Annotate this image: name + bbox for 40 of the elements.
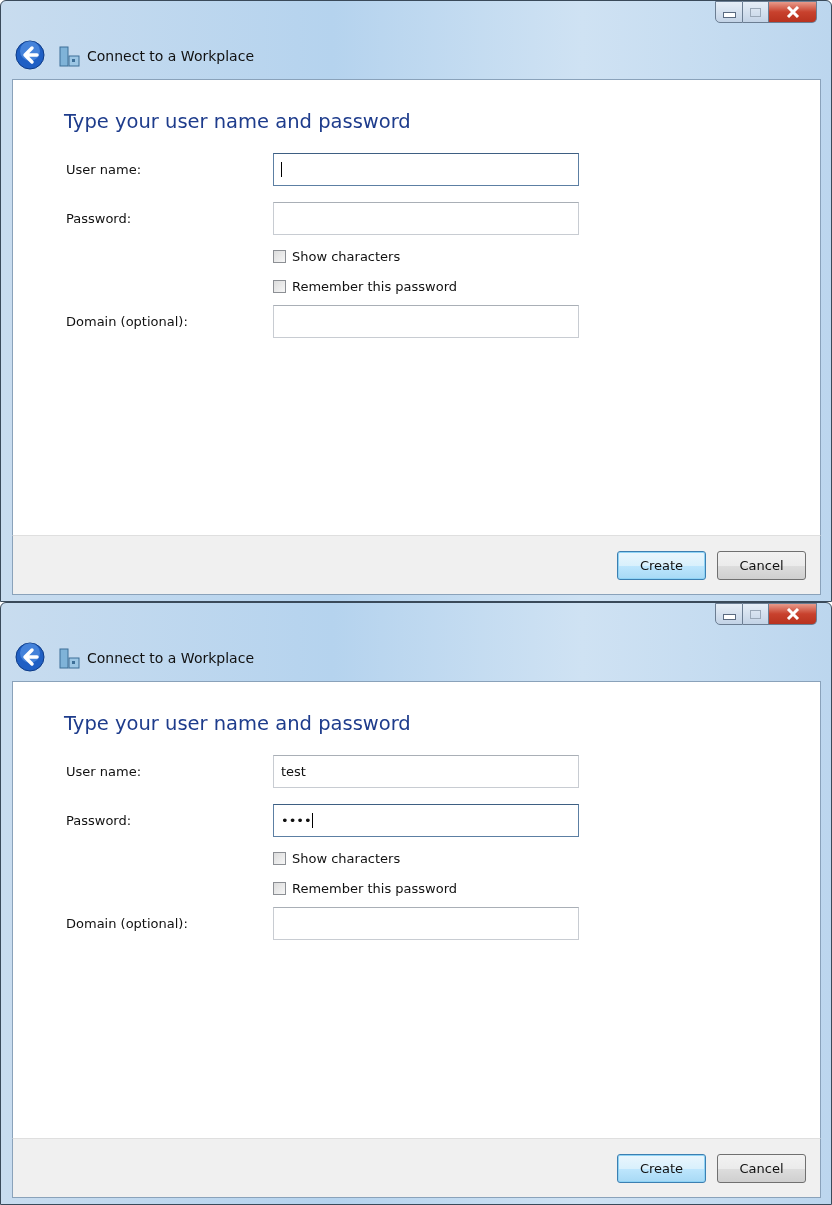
field-label: Password: (65, 211, 133, 226)
checkbox[interactable] (273, 249, 286, 263)
field-label: Password: (65, 813, 133, 828)
checkbox-label[interactable]: Show characters (292, 850, 401, 866)
dialog-button[interactable]: Create (617, 1153, 706, 1183)
dialog-button[interactable]: Cancel (717, 550, 806, 580)
checkbox[interactable] (273, 279, 286, 293)
maximize-button[interactable] (743, 603, 769, 625)
checkbox-label[interactable]: Show characters (292, 248, 401, 264)
close-icon (785, 608, 800, 620)
close-button[interactable] (769, 1, 817, 23)
field-label: User name: (65, 162, 142, 177)
field-label: User name: (65, 764, 142, 779)
maximize-button[interactable] (743, 1, 769, 23)
dialog-button[interactable]: Create (617, 550, 706, 580)
checkbox[interactable] (273, 851, 286, 865)
input-field[interactable]: test (273, 755, 579, 788)
close-icon (785, 6, 800, 18)
window-title: Connect to a Workplace (87, 650, 254, 666)
back-button[interactable] (15, 40, 47, 72)
field-label: Domain (optional): (65, 916, 189, 931)
page-heading: Type your user name and password (64, 110, 412, 133)
minimize-button[interactable] (715, 1, 743, 23)
checkbox[interactable] (273, 881, 286, 895)
checkbox-label[interactable]: Remember this password (292, 278, 458, 294)
buildings-icon (59, 647, 81, 669)
input-field[interactable]: •••• (273, 804, 579, 837)
close-button[interactable] (769, 603, 817, 625)
checkbox-label[interactable]: Remember this password (292, 880, 458, 896)
input-field[interactable] (273, 202, 579, 235)
minimize-button[interactable] (715, 603, 743, 625)
back-button[interactable] (15, 642, 47, 674)
dialog-button[interactable]: Cancel (717, 1153, 806, 1183)
buildings-icon (59, 45, 81, 67)
window-title: Connect to a Workplace (87, 48, 254, 64)
field-label: Domain (optional): (65, 314, 189, 329)
input-field[interactable] (273, 907, 579, 940)
input-field[interactable] (273, 305, 579, 338)
page-heading: Type your user name and password (64, 712, 412, 735)
input-field[interactable] (273, 153, 579, 186)
